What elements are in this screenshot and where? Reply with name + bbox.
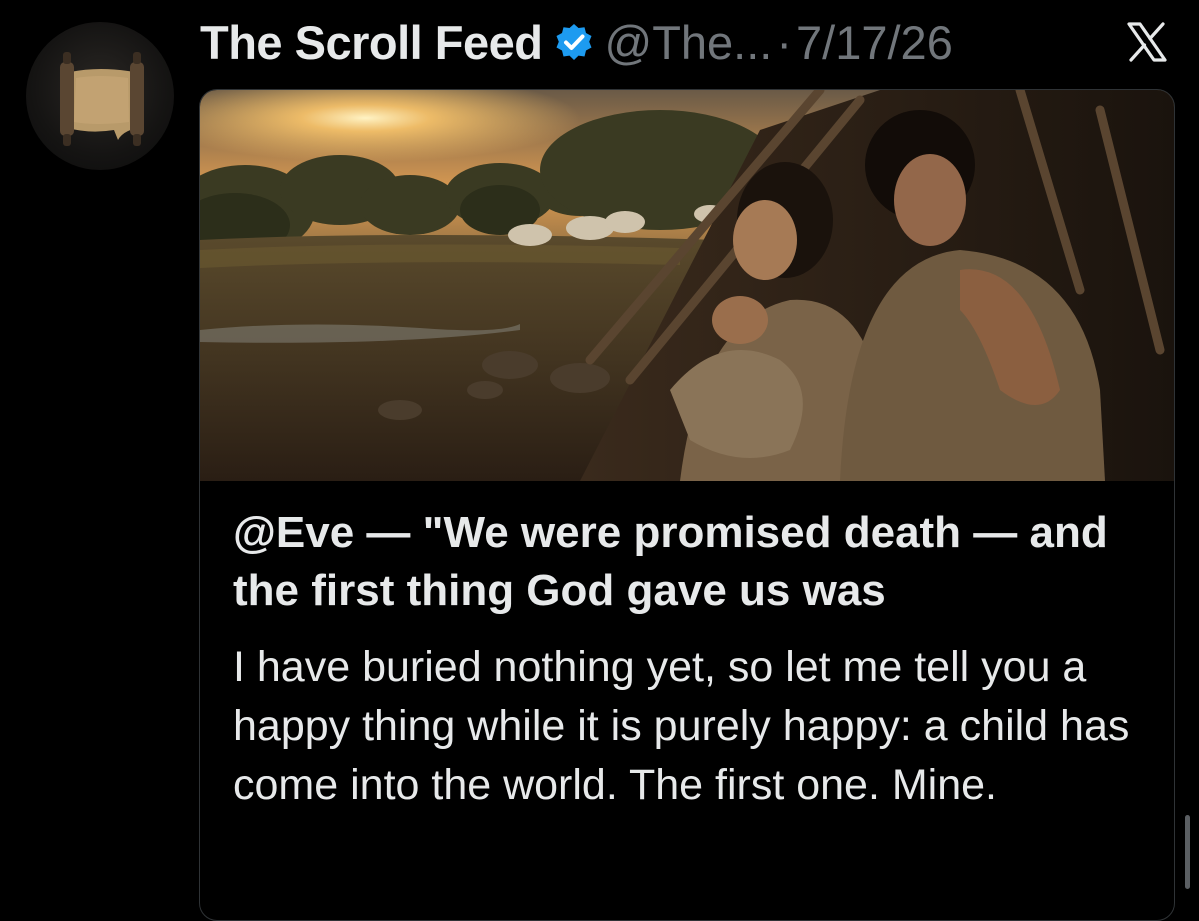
- display-name[interactable]: The Scroll Feed: [200, 15, 543, 70]
- separator-dot: ·: [776, 15, 793, 69]
- scrollbar[interactable]: [1185, 815, 1190, 889]
- post-header: The Scroll Feed @The... · 7/17/26: [200, 14, 1179, 70]
- post-card[interactable]: @Eve — "We were promised death — and the…: [199, 89, 1175, 921]
- card-image[interactable]: [200, 90, 1174, 481]
- post-date[interactable]: 7/17/26: [796, 15, 953, 70]
- verified-badge-icon: [556, 24, 592, 60]
- scroll-icon: [60, 52, 144, 146]
- user-handle[interactable]: @The...: [604, 15, 772, 70]
- card-body: I have buried nothing yet, so let me tel…: [233, 643, 1130, 809]
- avatar[interactable]: [26, 22, 174, 170]
- x-logo-icon: [1127, 22, 1167, 62]
- card-title[interactable]: @Eve — "We were promised death — and the…: [233, 504, 1153, 620]
